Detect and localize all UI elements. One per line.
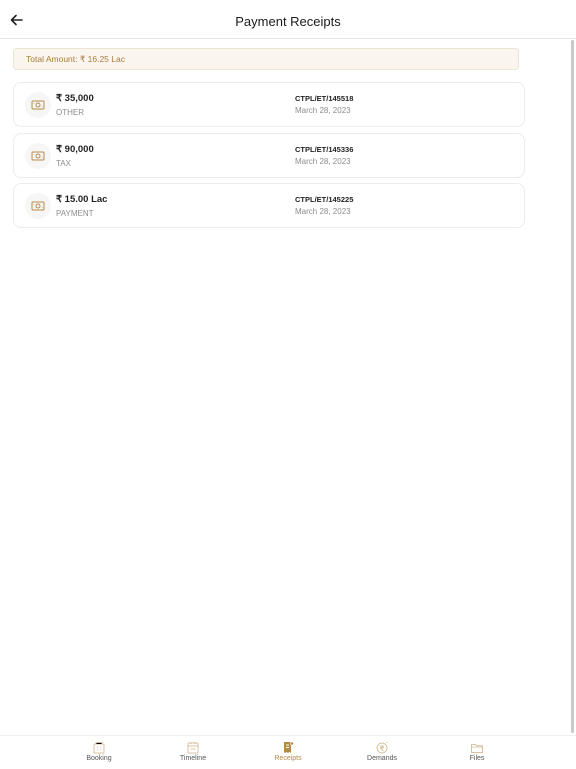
receipt-reference: CTPL/ET/145225 (295, 195, 354, 204)
receipt-type: PAYMENT (56, 209, 94, 218)
app-header: Payment Receipts (0, 0, 576, 39)
bottom-tab-bar: Booking Timeline Receipts Demands Files (0, 735, 576, 769)
receipt-date: March 28, 2023 (295, 157, 351, 166)
cash-icon (25, 143, 51, 169)
receipt-icon (284, 741, 294, 753)
tab-demands[interactable]: Demands (352, 741, 412, 762)
tab-label: Demands (367, 755, 397, 762)
receipt-card[interactable]: ₹ 15.00 Lac PAYMENT CTPL/ET/145225 March… (13, 183, 525, 228)
receipt-type: TAX (56, 159, 71, 168)
cash-icon (25, 193, 51, 219)
receipt-card[interactable]: ₹ 90,000 TAX CTPL/ET/145336 March 28, 20… (13, 133, 525, 178)
tab-label: Timeline (179, 755, 207, 762)
receipt-amount: ₹ 90,000 (56, 144, 94, 155)
page-title: Payment Receipts (235, 14, 341, 29)
receipt-card[interactable]: ₹ 35,000 OTHER CTPL/ET/145518 March 28, … (13, 82, 525, 127)
tab-booking[interactable]: Booking (69, 741, 129, 762)
receipt-reference: CTPL/ET/145336 (295, 145, 354, 154)
building-icon (93, 742, 105, 754)
total-amount-banner: Total Amount: ₹ 16.25 Lac (13, 48, 519, 70)
receipt-type: OTHER (56, 108, 84, 117)
cash-icon (25, 92, 51, 118)
tab-timeline[interactable]: Timeline (163, 741, 223, 762)
scrollbar[interactable] (571, 40, 574, 733)
tab-files[interactable]: Files (447, 741, 507, 762)
receipt-date: March 28, 2023 (295, 207, 351, 216)
receipt-date: March 28, 2023 (295, 106, 351, 115)
rupee-coin-icon (376, 742, 388, 754)
tab-label: Files (469, 755, 485, 762)
tab-label: Booking (86, 755, 112, 762)
folder-icon (471, 744, 483, 753)
receipt-amount: ₹ 35,000 (56, 93, 94, 104)
tab-receipts[interactable]: Receipts (258, 741, 318, 762)
calendar-icon (187, 742, 199, 754)
receipt-amount: ₹ 15.00 Lac (56, 194, 108, 205)
receipt-reference: CTPL/ET/145518 (295, 94, 354, 103)
tab-label: Receipts (274, 755, 302, 762)
